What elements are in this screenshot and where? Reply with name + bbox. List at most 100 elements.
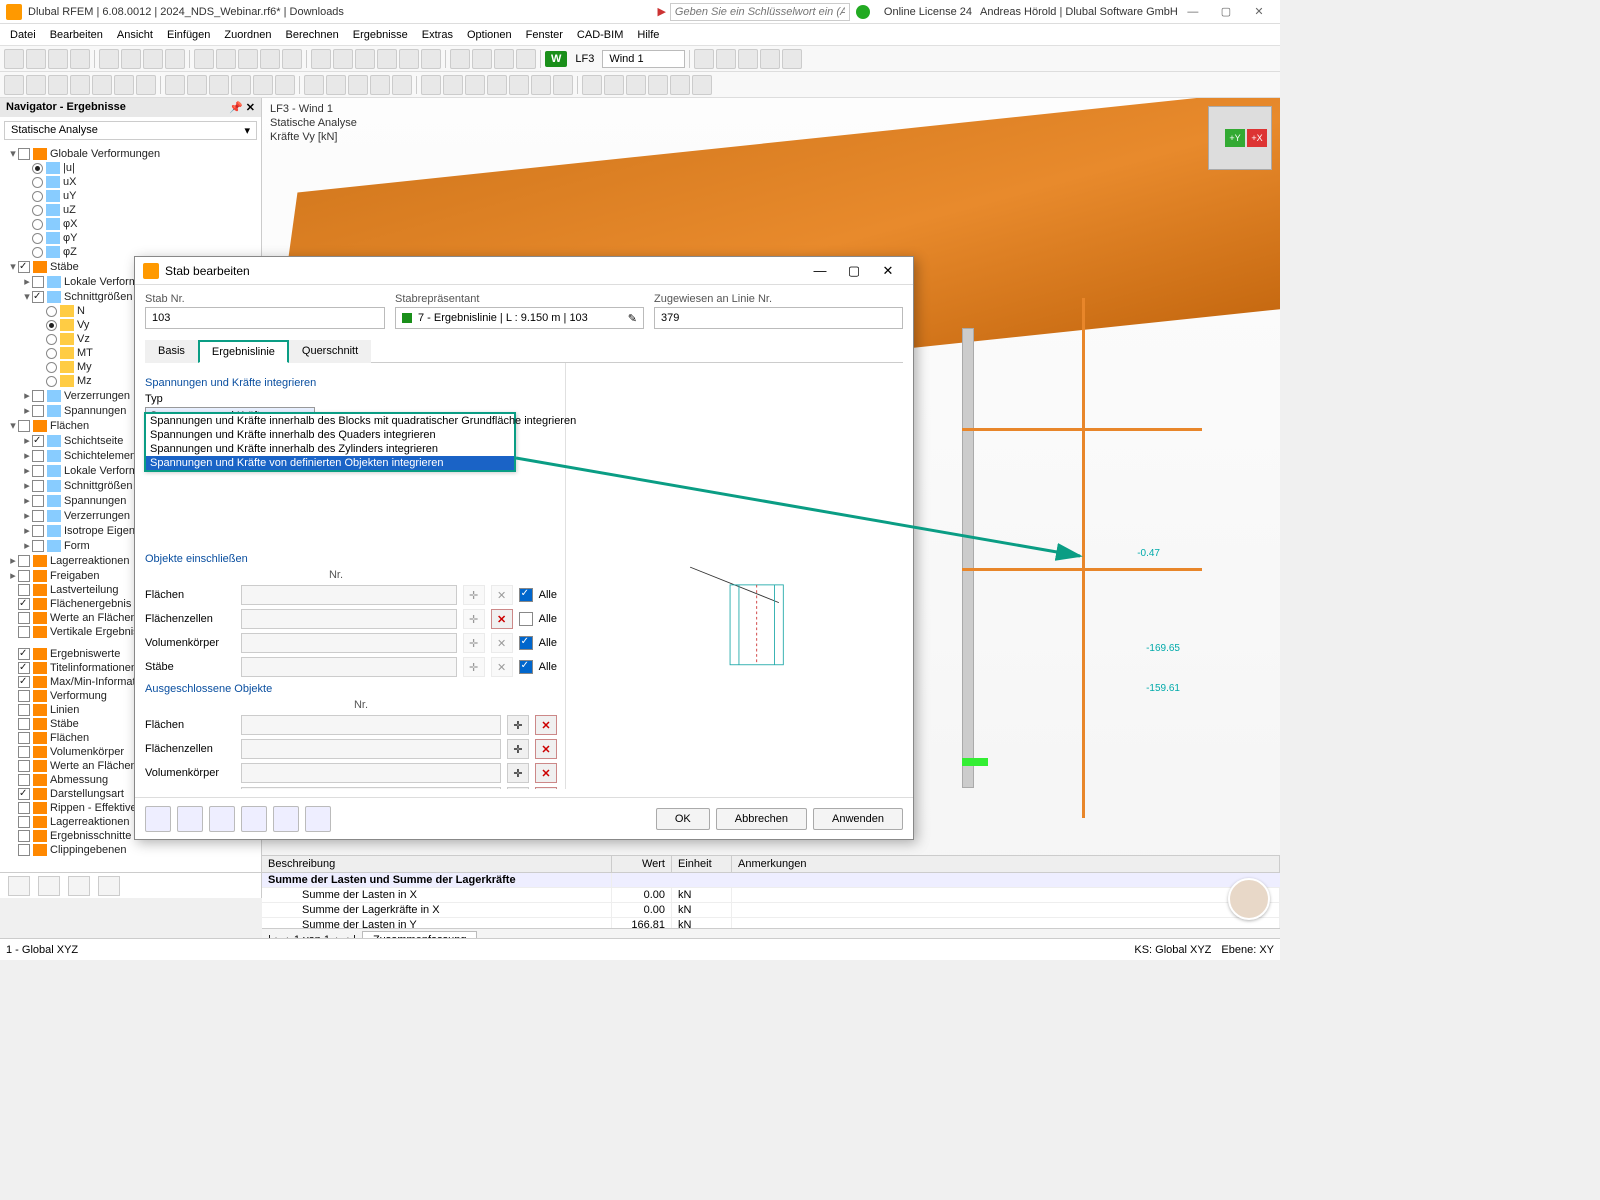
toolbar-icon[interactable]	[494, 49, 514, 69]
toolbar-icon[interactable]	[465, 75, 485, 95]
toolbar-icon[interactable]	[516, 49, 536, 69]
toolbar-icon[interactable]	[626, 75, 646, 95]
line-nr-input[interactable]	[654, 307, 903, 329]
table-row[interactable]: Summe der Lagerkräfte in X0.00kN	[262, 903, 1280, 918]
tree-item[interactable]: φX	[0, 217, 261, 231]
toolbar-icon[interactable]	[136, 75, 156, 95]
toolbar-icon[interactable]	[692, 75, 712, 95]
toolbar-icon[interactable]	[209, 75, 229, 95]
menu-extras[interactable]: Extras	[416, 27, 459, 43]
toolbar-icon[interactable]	[472, 49, 492, 69]
pick-icon[interactable]: ✛	[463, 633, 485, 653]
menu-zuordnen[interactable]: Zuordnen	[218, 27, 277, 43]
dialog-maximize[interactable]: ▢	[837, 263, 871, 279]
toolbar-icon[interactable]	[604, 75, 624, 95]
exclude-input[interactable]	[241, 715, 501, 735]
toolbar-icon[interactable]	[48, 75, 68, 95]
toolbar-icon[interactable]	[216, 49, 236, 69]
toolbar-icon[interactable]	[760, 49, 780, 69]
toolbar-icon[interactable]	[275, 75, 295, 95]
alle-checkbox[interactable]	[519, 636, 533, 650]
tree-item[interactable]: uX	[0, 175, 261, 189]
toolbar-icon[interactable]	[165, 49, 185, 69]
toolbar-icon[interactable]	[92, 75, 112, 95]
stab-nr-input[interactable]	[145, 307, 385, 329]
clear-icon[interactable]: ✕	[535, 739, 557, 759]
tab-ergebnislinie[interactable]: Ergebnislinie	[198, 340, 289, 363]
toolbar-icon[interactable]	[194, 49, 214, 69]
dialog-close[interactable]: ✕	[871, 263, 905, 279]
nav-tab-icon[interactable]	[8, 876, 30, 896]
toolbar-icon[interactable]	[326, 75, 346, 95]
pick-icon[interactable]: ✛	[463, 585, 485, 605]
toolbar-icon[interactable]	[4, 49, 24, 69]
toolbar-icon[interactable]	[26, 49, 46, 69]
toolbar-icon[interactable]	[143, 49, 163, 69]
include-input[interactable]	[241, 633, 457, 653]
include-input[interactable]	[241, 609, 457, 629]
clear-icon[interactable]: ✕	[535, 763, 557, 783]
toolbar-icon[interactable]	[282, 49, 302, 69]
toolbar-icon[interactable]	[355, 49, 375, 69]
menu-cad-bim[interactable]: CAD-BIM	[571, 27, 629, 43]
toolbar-icon[interactable]	[99, 49, 119, 69]
tree-item[interactable]: ▾Globale Verformungen	[0, 146, 261, 161]
tree-item[interactable]: Clippingebenen	[0, 843, 261, 857]
nav-tab-icon[interactable]	[98, 876, 120, 896]
toolbar-icon[interactable]	[260, 49, 280, 69]
cs-combo[interactable]: 1 - Global XYZ	[6, 944, 78, 956]
toolbar-icon[interactable]	[648, 75, 668, 95]
view-cube[interactable]: +X +Y	[1208, 106, 1272, 170]
clear-icon[interactable]: ✕	[535, 715, 557, 735]
tree-item[interactable]: |u|	[0, 161, 261, 175]
menu-ergebnisse[interactable]: Ergebnisse	[347, 27, 414, 43]
tree-item[interactable]: uY	[0, 189, 261, 203]
maximize-button[interactable]: ▢	[1211, 5, 1241, 18]
toolbar-icon[interactable]	[738, 49, 758, 69]
pick-icon[interactable]: ✛	[507, 739, 529, 759]
toolbar-icon[interactable]	[450, 49, 470, 69]
include-input[interactable]	[241, 657, 457, 677]
exclude-input[interactable]	[241, 787, 501, 789]
footer-icon[interactable]	[177, 806, 203, 832]
toolbar-icon[interactable]	[531, 75, 551, 95]
pick-icon[interactable]: ✛	[507, 715, 529, 735]
alle-checkbox[interactable]	[519, 660, 533, 674]
menu-einfügen[interactable]: Einfügen	[161, 27, 216, 43]
toolbar-icon[interactable]	[165, 75, 185, 95]
toolbar-icon[interactable]	[231, 75, 251, 95]
footer-icon[interactable]	[145, 806, 171, 832]
toolbar-icon[interactable]	[370, 75, 390, 95]
tree-item[interactable]: φY	[0, 231, 261, 245]
pick-icon[interactable]: ✛	[507, 763, 529, 783]
footer-icon[interactable]	[209, 806, 235, 832]
lf-label[interactable]: LF3	[569, 51, 600, 67]
clear-icon[interactable]: ✕	[535, 787, 557, 789]
menu-hilfe[interactable]: Hilfe	[631, 27, 665, 43]
exclude-input[interactable]	[241, 763, 501, 783]
toolbar-icon[interactable]	[187, 75, 207, 95]
toolbar-icon[interactable]	[114, 75, 134, 95]
minimize-button[interactable]: —	[1178, 6, 1208, 18]
toolbar-icon[interactable]	[70, 49, 90, 69]
toolbar-icon[interactable]	[782, 49, 802, 69]
table-row[interactable]: Summe der Lasten in X0.00kN	[262, 888, 1280, 903]
keyword-search[interactable]	[670, 3, 850, 21]
alle-checkbox[interactable]	[519, 588, 533, 602]
toolbar-icon[interactable]	[304, 75, 324, 95]
toolbar-icon[interactable]	[421, 75, 441, 95]
include-input[interactable]	[241, 585, 457, 605]
nav-tab-icon[interactable]	[38, 876, 60, 896]
toolbar-icon[interactable]	[377, 49, 397, 69]
toolbar-icon[interactable]	[399, 49, 419, 69]
close-button[interactable]: ✕	[1244, 5, 1274, 18]
footer-icon[interactable]	[241, 806, 267, 832]
clear-icon[interactable]: ✕	[491, 609, 513, 629]
loadcase-combo[interactable]: Wind 1	[602, 50, 684, 68]
navigator-pin-icon[interactable]: 📌 ✕	[229, 101, 255, 114]
clear-icon[interactable]: ✕	[491, 633, 513, 653]
footer-icon[interactable]	[273, 806, 299, 832]
pick-icon[interactable]: ✛	[463, 609, 485, 629]
menu-berechnen[interactable]: Berechnen	[280, 27, 345, 43]
tree-item[interactable]: uZ	[0, 203, 261, 217]
